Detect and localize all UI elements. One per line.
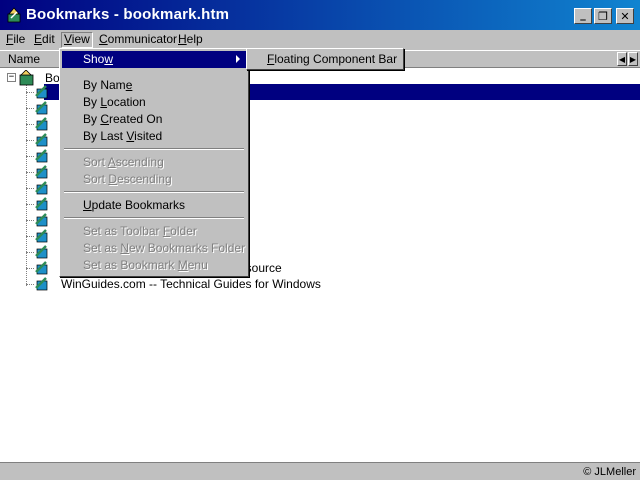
bookmark-icon (35, 181, 48, 195)
submenu-arrow-icon (236, 55, 240, 63)
menu-item-by-location[interactable]: By Location (62, 94, 246, 111)
collapse-toggle[interactable]: − (7, 73, 16, 82)
tree-row[interactable] (20, 228, 60, 244)
menu-item-set-bookmark-menu: Set as Bookmark Menu (83, 258, 208, 272)
tree-row[interactable] (20, 212, 60, 228)
minimize-button[interactable]: _ (574, 8, 592, 24)
restore-icon: ❐ (598, 9, 608, 23)
tree-row[interactable] (20, 196, 60, 212)
status-bar: © JLMeller (0, 462, 640, 480)
menu-item-by-created-on[interactable]: By Created On (62, 111, 246, 128)
menu-communicator[interactable]: Communicator (97, 32, 179, 48)
close-icon: ✕ (620, 9, 630, 23)
menu-separator (64, 148, 244, 150)
bookmark-icon (35, 197, 48, 211)
bookmark-icon (35, 149, 48, 163)
column-header-name[interactable]: Name (2, 51, 62, 67)
window-title: Bookmarks - bookmark.htm (26, 6, 230, 23)
show-submenu: Floating Component Bar (246, 48, 404, 70)
bookmark-icon (35, 165, 48, 179)
menu-item-set-new-bookmarks-folder: Set as New Bookmarks Folder (83, 241, 246, 255)
close-button[interactable]: ✕ (616, 8, 634, 24)
menu-edit[interactable]: Edit (32, 32, 57, 48)
bookmark-icon (35, 261, 48, 275)
arrow-right-icon: ▶ (629, 54, 637, 64)
menu-item-show[interactable]: Show (62, 51, 246, 68)
tree-row[interactable] (20, 100, 60, 116)
menu-item-by-name[interactable]: By Name (62, 77, 246, 94)
title-bar[interactable]: Bookmarks - bookmark.htm _ ❐ ✕ (0, 0, 640, 30)
bookmarks-app-icon (7, 7, 21, 23)
bookmark-label: WinGuides.com -- Technical Guides for Wi… (61, 277, 321, 291)
menu-separator (64, 217, 244, 219)
tree-row[interactable]: WinGuides.com -- Technical Guides for Wi… (20, 276, 321, 292)
menu-bar: File Edit View Communicator Help (0, 30, 640, 48)
scroll-right-button[interactable]: ▶ (628, 52, 638, 66)
arrow-left-icon: ◀ (618, 54, 626, 64)
tree-row[interactable] (20, 116, 60, 132)
menu-item-set-toolbar-folder: Set as Toolbar Folder (83, 224, 197, 238)
tree-row[interactable] (20, 132, 60, 148)
menu-item-update-bookmarks[interactable]: Update Bookmarks (62, 197, 246, 214)
bookmark-icon (35, 101, 48, 115)
bookmark-icon (35, 117, 48, 131)
bookmark-icon (35, 213, 48, 227)
menu-separator (64, 191, 244, 193)
tree-row[interactable] (20, 148, 60, 164)
menu-item-sort-descending: Sort Descending (83, 172, 172, 186)
bookmark-icon (35, 245, 48, 259)
menu-file[interactable]: File (4, 32, 27, 48)
menu-item-sort-ascending: Sort Ascending (83, 155, 164, 169)
bookmark-icon (35, 133, 48, 147)
bookmark-icon (35, 277, 48, 291)
bookmark-icon (35, 229, 48, 243)
tree-row[interactable] (20, 244, 60, 260)
restore-button[interactable]: ❐ (594, 8, 612, 24)
tree-row[interactable] (20, 180, 60, 196)
tree-row[interactable] (20, 164, 60, 180)
status-text: © JLMeller (583, 466, 636, 478)
bookmark-icon (35, 85, 48, 99)
menu-item-floating-component-bar[interactable]: Floating Component Bar (249, 51, 401, 67)
minimize-icon: _ (580, 7, 586, 21)
scroll-left-button[interactable]: ◀ (617, 52, 627, 66)
menu-view[interactable]: View (61, 32, 93, 48)
view-menu-dropdown: Show By Name By Location By Created On B… (59, 48, 249, 277)
menu-help[interactable]: Help (176, 32, 205, 48)
tree-root-label: Bo (45, 71, 60, 85)
menu-item-by-last-visited[interactable]: By Last Visited (62, 128, 246, 145)
